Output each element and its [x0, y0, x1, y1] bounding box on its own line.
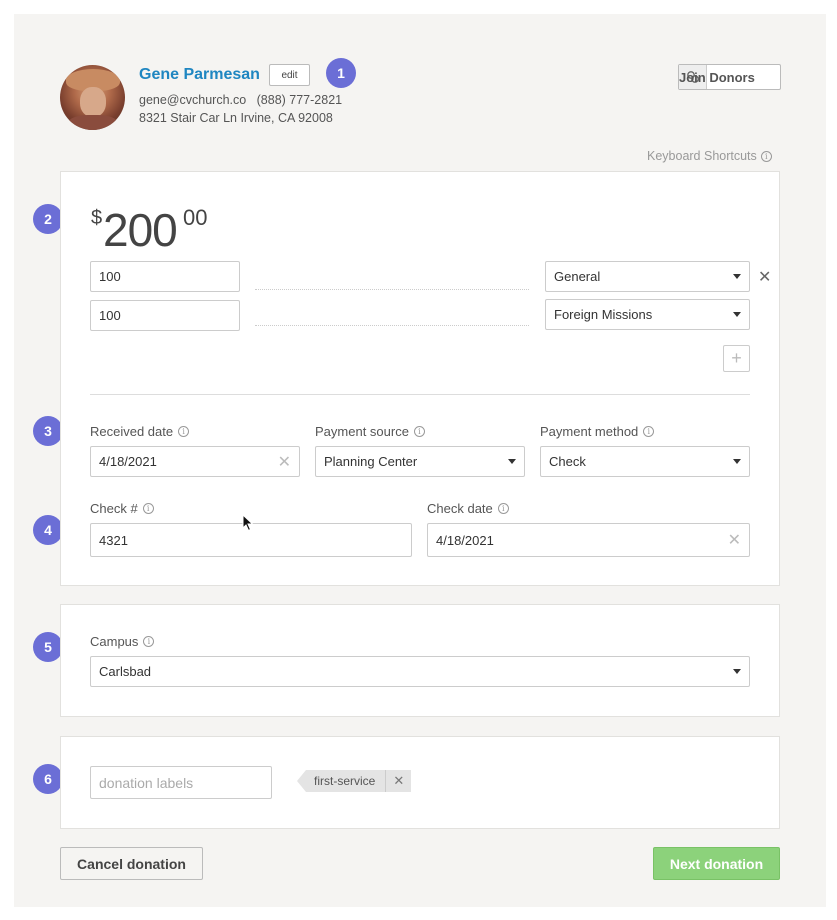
chevron-down-icon: [508, 459, 516, 464]
info-icon: i: [760, 150, 772, 162]
donor-name[interactable]: Gene Parmesan: [139, 66, 260, 84]
donor-address: 8321 Stair Car Ln Irvine, CA 92008: [139, 111, 333, 125]
campus-card: Campus i Carlsbad: [60, 604, 780, 717]
labels-card: donation labels first-service ✕: [60, 736, 780, 829]
payment-method-value: Check: [549, 454, 586, 469]
next-donation-button[interactable]: Next donation: [653, 847, 780, 880]
check-date-value: 4/18/2021: [436, 532, 494, 548]
chevron-down-icon: [733, 669, 741, 674]
donation-labels-input[interactable]: donation labels: [90, 766, 272, 799]
step-badge-5: 5: [33, 632, 63, 662]
remove-split-icon[interactable]: ✕: [758, 267, 771, 287]
payment-method-select[interactable]: Check: [540, 446, 750, 477]
split-divider: [255, 289, 529, 290]
add-split-button[interactable]: +: [723, 345, 750, 372]
keyboard-shortcuts-link[interactable]: Keyboard Shortcuts i: [647, 149, 772, 163]
cancel-donation-button[interactable]: Cancel donation: [60, 847, 203, 880]
donor-avatar: [60, 65, 125, 130]
donor-email: gene@cvchurch.co: [139, 93, 247, 107]
label-tag-text: first-service: [306, 770, 386, 792]
total-cents: 00: [183, 205, 208, 230]
chevron-down-icon: [733, 312, 741, 317]
total-whole: 200: [103, 204, 178, 256]
payment-source-select[interactable]: Planning Center: [315, 446, 525, 477]
section-divider: [90, 394, 750, 395]
info-icon: i: [643, 426, 655, 437]
join-donors-button[interactable]: Join Donors: [678, 64, 781, 90]
step-badge-2: 2: [33, 204, 63, 234]
check-date-label: Check date i: [427, 501, 509, 516]
clear-icon[interactable]: ✕: [728, 530, 741, 550]
mouse-cursor-icon: [242, 514, 254, 532]
received-date-value: 4/18/2021: [99, 454, 157, 469]
step-badge-3: 3: [33, 416, 63, 446]
split-divider: [255, 325, 529, 326]
edit-donor-button[interactable]: edit: [269, 64, 310, 86]
remove-tag-icon[interactable]: ✕: [385, 770, 412, 792]
join-donors-label: Join Donors: [679, 69, 755, 85]
fund-select-2[interactable]: Foreign Missions: [545, 299, 750, 330]
fund-select-1[interactable]: General: [545, 261, 750, 292]
check-date-input[interactable]: 4/18/2021 ✕: [427, 523, 750, 557]
info-icon: i: [413, 426, 425, 437]
label-tag: first-service ✕: [297, 770, 412, 792]
info-icon: i: [178, 426, 190, 437]
split-amount-input-2[interactable]: 100: [90, 300, 240, 331]
chevron-down-icon: [733, 274, 741, 279]
payment-source-label: Payment source i: [315, 424, 425, 439]
info-icon: i: [497, 503, 509, 514]
check-number-label: Check # i: [90, 501, 154, 516]
info-icon: i: [143, 636, 155, 647]
payment-method-label: Payment method i: [540, 424, 655, 439]
split-amount-input-1[interactable]: 100: [90, 261, 240, 292]
campus-label: Campus i: [90, 634, 155, 649]
donor-phone: (888) 777-2821: [256, 93, 343, 107]
received-date-label: Received date i: [90, 424, 190, 439]
info-icon: i: [142, 503, 154, 514]
clear-icon[interactable]: ✕: [278, 452, 291, 472]
keyboard-shortcuts-label: Keyboard Shortcuts: [647, 149, 757, 163]
received-date-input[interactable]: 4/18/2021 ✕: [90, 446, 300, 477]
fund-select-value: General: [554, 269, 601, 284]
donor-contact-line: gene@cvchurch.co (888) 777-2821: [139, 93, 342, 107]
campus-select[interactable]: Carlsbad: [90, 656, 750, 687]
chevron-down-icon: [733, 459, 741, 464]
step-badge-4: 4: [33, 515, 63, 545]
currency-symbol: $: [91, 207, 103, 229]
step-badge-6: 6: [33, 764, 63, 794]
donation-entry-page: Gene Parmesan edit 1 gene@cvchurch.co (8…: [14, 14, 826, 907]
fund-select-value: Foreign Missions: [554, 307, 653, 322]
campus-value: Carlsbad: [99, 664, 152, 679]
payment-source-value: Planning Center: [324, 454, 418, 469]
donation-details-card: $ 200 00 100 General ✕ 100 Foreign Missi…: [60, 171, 780, 586]
step-badge-1: 1: [326, 58, 356, 88]
